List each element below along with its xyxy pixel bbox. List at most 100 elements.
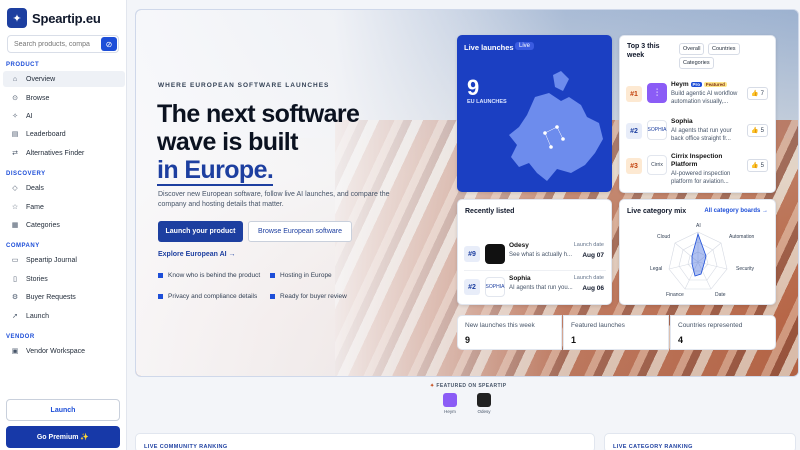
featured-name: Odesy [477,409,491,414]
product-desc: Build agentic AI workflow automation vis… [671,91,738,105]
radar-label: Automation [729,234,755,240]
recent-row[interactable]: #9 Odesy See what is actually h... Launc… [464,242,610,270]
section-company: COMPANY [6,243,40,249]
thumbs-up-icon: 👍 [751,128,759,134]
chart-icon: ▤ [11,131,19,138]
sidebar-item-label: AI [26,112,33,120]
cirrix-logo-icon: Cirrix [647,155,667,175]
sidebar-item-label: Overview [26,75,56,83]
launch-button[interactable]: Launch [6,399,120,421]
filter-categories[interactable]: Categories [679,57,714,69]
sidebar-item-stories[interactable]: ▯ Stories [3,271,125,287]
sidebar-item-browse[interactable]: ⊙ Browse [3,90,125,106]
top3-title: Top 3 this week [627,43,660,59]
heym-logo-icon: ⫶ [647,83,667,103]
top3-card: Top 3 this week Overall Countries Catego… [619,35,776,193]
hero-kicker: WHERE EUROPEAN SOFTWARE LAUNCHES [158,82,330,89]
launch-date: Aug 06 [582,285,604,292]
sidebar-item-label: Launch [26,312,49,320]
featured-item[interactable]: Odesy [476,393,492,414]
go-premium-button[interactable]: Go Premium ✨ [6,426,120,448]
rank-badge: #9 [464,246,480,262]
sidebar-item-deals[interactable]: ◇ Deals [3,180,125,196]
community-ranking-card: LIVE COMMUNITY RANKING [135,433,595,450]
upvote-button[interactable]: 👍 5 [747,159,768,172]
sidebar-item-ai[interactable]: ✧ AI [3,108,125,124]
bullet-square-icon [270,294,275,299]
hero-title-line: The next software [157,100,360,128]
top3-row[interactable]: #2 SOPHIA Sophia AI agents that run your… [626,118,772,152]
stat-value: 4 [678,335,684,345]
stat-label: Featured launches [571,322,625,329]
bullet-square-icon [158,273,163,278]
hero-bullet: Ready for buyer review [270,293,347,300]
stat-new-launches: New launches this week 9 [457,315,562,350]
recent-title: Recently listed [465,208,515,215]
stat-label: New launches this week [465,322,535,329]
radar-label: Cloud [657,234,671,240]
sidebar-item-buyer-requests[interactable]: ⚙ Buyer Requests [3,289,125,305]
featured-name: Heym [444,409,456,414]
browse-european-software-button[interactable]: Browse European software [248,221,352,242]
filter-countries[interactable]: Countries [708,43,740,55]
search-icon[interactable]: ⊘ [101,37,117,51]
launch-your-product-button[interactable]: Launch your product [158,221,243,242]
top3-row[interactable]: #1 ⫶ Heym Pro Featured Build agentic AI … [626,81,772,115]
filter-overall[interactable]: Overall [679,43,705,55]
sophia-logo-icon: SOPHIA [485,277,505,297]
bullet-square-icon [158,294,163,299]
sidebar-item-alternatives[interactable]: ⇄ Alternatives Finder [3,145,125,161]
top3-row[interactable]: #3 Cirrix Cirrix Inspection Platform AI-… [626,153,772,187]
brand[interactable]: ✦ Speartip.eu [7,8,101,28]
search-input[interactable] [8,40,98,48]
radar-label: Legal [650,266,663,272]
vote-count: 7 [760,90,764,97]
thumbs-up-icon: 👍 [751,163,759,169]
rank-badge: #1 [626,86,642,102]
upvote-button[interactable]: 👍 5 [747,124,768,137]
brand-name: Speartip.eu [32,10,101,26]
rocket-icon: ➚ [12,313,18,320]
live-launches-card[interactable]: Live launches Live 9 EU LAUNCHES [457,35,612,192]
product-name: Sophia [671,118,693,125]
sidebar-item-label: Stories [26,275,48,283]
category-ranking-card: LIVE CATEGORY RANKING [604,433,796,450]
swap-icon: ⇄ [12,150,18,157]
sidebar-item-label: Speartip Journal [26,256,77,264]
launch-date: Aug 07 [582,252,604,259]
rank-badge: #2 [626,123,642,139]
sidebar-item-label: Categories [26,221,60,229]
stat-featured: Featured launches 1 [563,315,669,350]
section-discovery: DISCOVERY [6,171,46,177]
radar-label: AI [696,223,701,229]
doc-icon: ▯ [13,276,17,283]
hero-title-line: wave is built [157,128,298,156]
sidebar-item-vendor-workspace[interactable]: ▣ Vendor Workspace [3,343,125,359]
product-desc: See what is actually h... [509,252,573,258]
bullet-text: Ready for buyer review [280,293,347,300]
hero-bullet: Privacy and compliance details [158,293,257,300]
section-product: PRODUCT [6,62,40,68]
bullet-text: Know who is behind the product [168,272,261,279]
vote-count: 5 [760,162,764,169]
hero-title-highlight: in Europe. [157,156,274,186]
category-mix-card: Live category mix All category boards → … [619,199,776,305]
bullet-text: Hosting in Europe [280,272,332,279]
featured-label-text: FEATURED ON SPEARTIP [436,383,507,389]
sidebar-item-journal[interactable]: ▭ Speartip Journal [3,252,125,268]
sidebar-item-categories[interactable]: ▦ Categories [3,217,125,233]
featured-item[interactable]: Heym [442,393,458,414]
sidebar-item-overview[interactable]: ⌂ Overview [3,71,125,87]
upvote-button[interactable]: 👍 7 [747,87,768,100]
explore-european-ai-link[interactable]: Explore European AI → [158,251,236,258]
radar-label: Date [715,292,726,298]
launch-date-label: Launch date [573,242,604,248]
product-name: Heym Pro Featured [671,81,727,88]
sidebar-item-fame[interactable]: ☆ Fame [3,199,125,215]
sidebar-item-leaderboard[interactable]: ▤ Leaderboard [3,126,125,142]
stat-countries: Countries represented 4 [670,315,776,350]
product-name: Sophia [509,275,531,282]
sidebar-item-label: Vendor Workspace [26,347,86,355]
sidebar-item-launch[interactable]: ➚ Launch [3,308,125,324]
recent-row[interactable]: #2 SOPHIA Sophia AI agents that run you.… [464,275,610,303]
